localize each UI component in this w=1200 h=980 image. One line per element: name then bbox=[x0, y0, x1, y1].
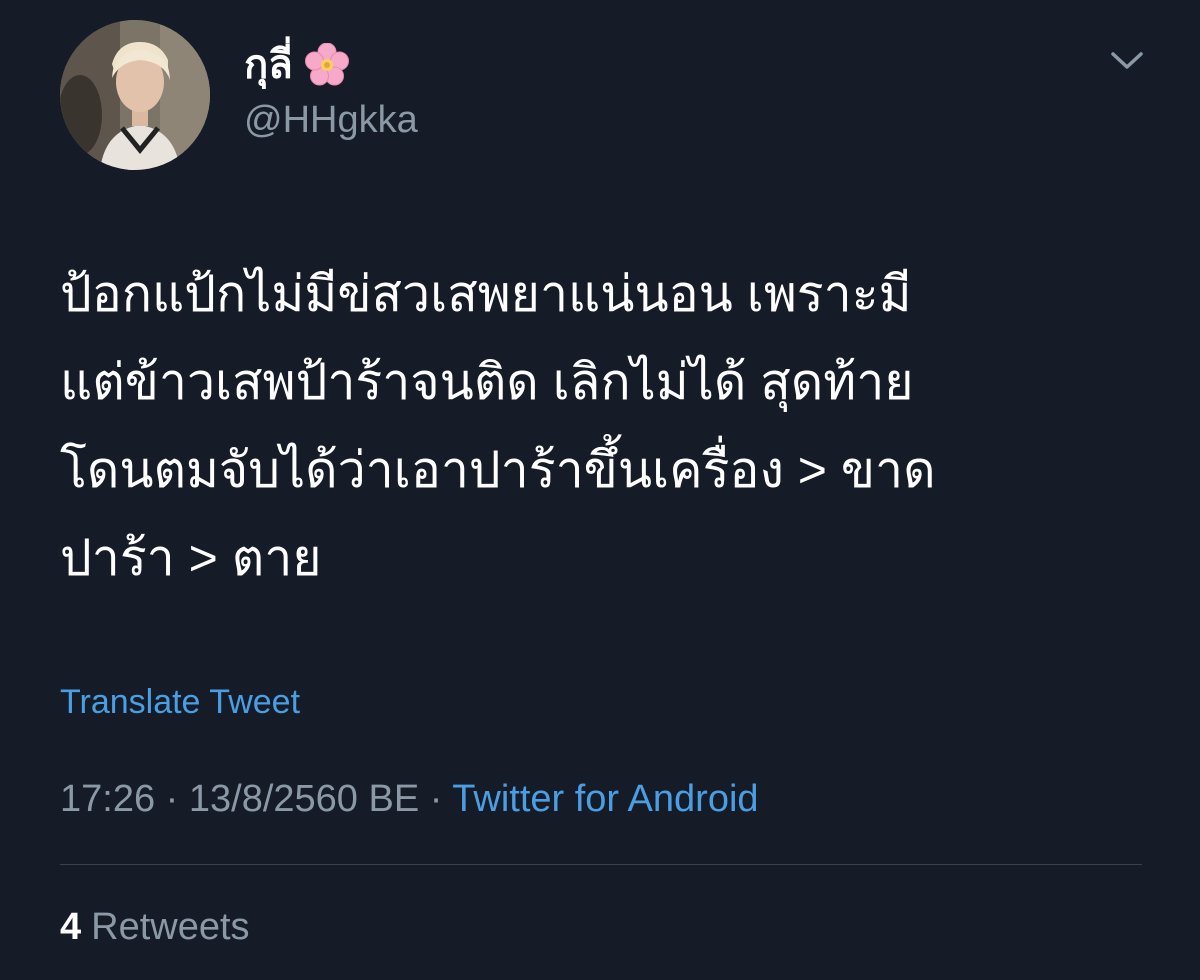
retweets-stat[interactable]: 4 Retweets bbox=[60, 902, 250, 952]
tweet-detail: กุลี่ @HHgkka ป้อกแป้กไม่มีข่สวเสพยาแน่น… bbox=[0, 0, 1200, 980]
tweet-text-line: โดนตมจับได้ว่าเอาปาร้าขึ้นเครื่อง > ขาด bbox=[60, 442, 936, 498]
chevron-down-icon[interactable] bbox=[1110, 50, 1144, 72]
tweet-meta: 17:26 · 13/8/2560 BE · Twitter for Andro… bbox=[60, 774, 759, 824]
tweet-text-line: ป้อกแป้กไม่มีข่สวเสพยาแน่นอน เพราะมี bbox=[60, 266, 912, 322]
tweet-text-line: ปาร้า > ตาย bbox=[60, 530, 322, 586]
tweet-source-link[interactable]: Twitter for Android bbox=[452, 778, 758, 820]
translate-tweet-link[interactable]: Translate Tweet bbox=[60, 680, 300, 724]
tweet-text: ป้อกแป้กไม่มีข่สวเสพยาแน่นอน เพราะมี แต่… bbox=[60, 250, 1150, 602]
cherry-blossom-icon bbox=[304, 42, 349, 87]
tweet-header: กุลี่ @HHgkka bbox=[60, 20, 1160, 170]
tweet-time[interactable]: 17:26 bbox=[60, 778, 155, 820]
display-name[interactable]: กุลี่ bbox=[244, 42, 418, 88]
divider bbox=[60, 864, 1142, 865]
user-handle[interactable]: @HHgkka bbox=[244, 98, 418, 142]
tweet-text-line: แต่ข้าวเสพป้าร้าจนติด เลิกไม่ได้ สุดท้าย bbox=[60, 354, 914, 410]
meta-separator: · bbox=[419, 778, 453, 820]
display-name-text: กุลี่ bbox=[244, 43, 293, 87]
tweet-date[interactable]: 13/8/2560 BE bbox=[189, 778, 419, 820]
author-names[interactable]: กุลี่ @HHgkka bbox=[244, 42, 418, 142]
meta-separator: · bbox=[155, 778, 189, 820]
retweets-count: 4 bbox=[60, 906, 82, 948]
retweets-label: Retweets bbox=[91, 906, 250, 948]
avatar[interactable] bbox=[60, 20, 210, 170]
